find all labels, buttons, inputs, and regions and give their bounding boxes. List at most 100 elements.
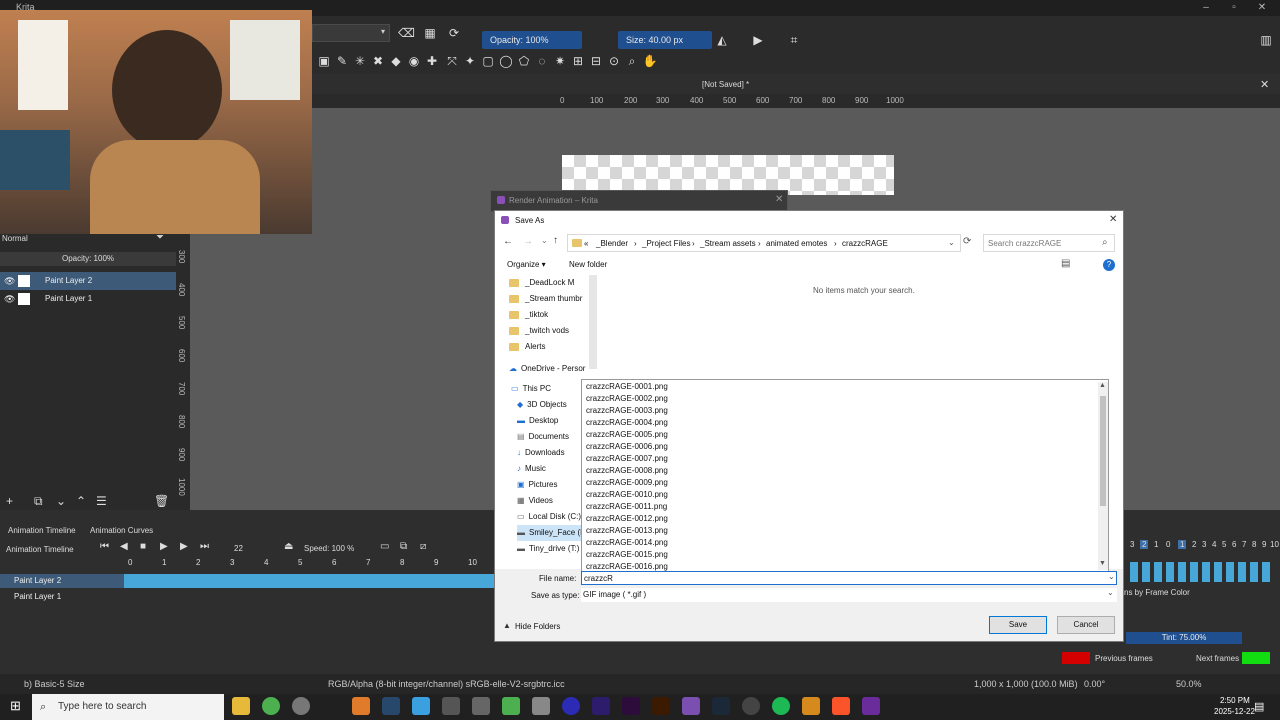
suggestion-item[interactable]: crazzcRAGE-0013.png (582, 525, 1092, 537)
breadcrumb-item[interactable]: « (584, 239, 588, 248)
color-picker-icon[interactable]: ✎ (334, 53, 350, 69)
settings-icon[interactable]: ⧄ (420, 541, 426, 552)
timeline-layer-row[interactable]: Paint Layer 1 (0, 590, 124, 604)
save-as-type-select[interactable]: GIF image ( *.gif ) ⌄ (581, 588, 1117, 602)
alpha-lock-icon[interactable]: ▦ (422, 25, 438, 41)
close-icon[interactable]: ✕ (1109, 214, 1117, 225)
up-arrow-icon[interactable]: ↑ (553, 235, 558, 246)
new-folder-button[interactable]: New folder (569, 260, 607, 269)
suggestion-item[interactable]: crazzcRAGE-0014.png (582, 537, 1092, 549)
suggestion-item[interactable]: crazzcRAGE-0008.png (582, 465, 1092, 477)
onion-number[interactable]: 9 (1262, 540, 1266, 549)
workspace-icon[interactable]: ▥ (1258, 32, 1274, 48)
file-name-input[interactable]: crazzcR ⌄ (581, 571, 1117, 585)
layer-properties-icon[interactable]: ☰ (96, 494, 107, 508)
notification-icon[interactable]: ▤ (1254, 700, 1264, 713)
smart-patch-icon[interactable]: ✳ (352, 53, 368, 69)
suggestion-item[interactable]: crazzcRAGE-0010.png (582, 489, 1092, 501)
opacity-field[interactable]: Opacity: 100% (482, 31, 582, 49)
illustrator-icon[interactable] (652, 697, 670, 715)
previous-frames-color[interactable] (1062, 652, 1090, 664)
mirror-horizontal-icon[interactable]: ◭ (714, 32, 730, 48)
spotify-icon[interactable] (772, 697, 790, 715)
last-frame-icon[interactable]: ⏭ (200, 541, 209, 552)
assistant-tool-icon[interactable]: ✖ (370, 53, 386, 69)
rect-select-icon[interactable]: ▢ (480, 53, 496, 69)
first-frame-icon[interactable]: ⏮ (100, 541, 109, 552)
onion-number[interactable]: 7 (1242, 540, 1246, 549)
suggestion-item[interactable]: crazzcRAGE-0004.png (582, 417, 1092, 429)
current-frame-field[interactable]: 22 (234, 544, 243, 553)
polygon-select-icon[interactable]: ⬠ (516, 53, 532, 69)
similar-select-icon[interactable]: ⊞ (570, 53, 586, 69)
suggestion-item[interactable]: crazzcRAGE-0007.png (582, 453, 1092, 465)
suggestion-item[interactable]: crazzcRAGE-0002.png (582, 393, 1092, 405)
breadcrumb-item[interactable]: _Blender (596, 239, 628, 248)
after-effects-icon[interactable] (592, 697, 610, 715)
suggestion-item[interactable]: crazzcRAGE-0005.png (582, 429, 1092, 441)
brave-icon[interactable] (832, 697, 850, 715)
save-button[interactable]: Save (989, 616, 1047, 634)
cancel-button[interactable]: Cancel (1057, 616, 1115, 634)
blender-icon[interactable] (352, 697, 370, 715)
breadcrumb-item[interactable]: crazzcRAGE (842, 239, 888, 248)
suggestion-item[interactable]: crazzcRAGE-0015.png (582, 549, 1092, 561)
clock-time[interactable]: 2:50 PM (1220, 696, 1250, 705)
pan-tool-icon[interactable]: ✋ (642, 53, 658, 69)
magic-wand-icon[interactable]: ✷ (552, 53, 568, 69)
photoshop-like-icon[interactable] (382, 697, 400, 715)
layer-row-selected[interactable]: 👁 Paint Layer 2 (0, 272, 176, 290)
move-down-icon[interactable]: ⌄ (56, 494, 66, 508)
audio-icon[interactable]: ⧉ (400, 541, 407, 552)
onion-number[interactable]: 1 (1154, 540, 1158, 549)
reference-tool-icon[interactable]: ✦ (462, 53, 478, 69)
breadcrumb-item[interactable]: _Stream assets (700, 239, 756, 248)
onion-number[interactable]: 1 (1178, 540, 1187, 549)
suggestion-item[interactable]: crazzcRAGE-0009.png (582, 477, 1092, 489)
chevron-down-icon[interactable]: ⌄ (948, 238, 955, 247)
blend-mode-select[interactable]: ▾ (312, 24, 390, 42)
windows-start-icon[interactable]: ⊞ (10, 698, 21, 714)
onion-number[interactable]: 8 (1252, 540, 1256, 549)
visibility-eye-icon[interactable]: 👁 (4, 290, 15, 308)
suggestion-scrollbar[interactable]: ▲ ▼ (1098, 382, 1108, 570)
wrap-icon[interactable]: ⌗ (786, 32, 802, 48)
help-icon[interactable]: ? (1103, 259, 1115, 271)
move-up-icon[interactable]: ⌃ (76, 494, 86, 508)
back-arrow-icon[interactable]: ← (503, 236, 513, 247)
size-field[interactable]: Size: 40.00 px (618, 31, 712, 49)
tab-animation-timeline[interactable]: Animation Timeline (8, 526, 76, 535)
minimize-button[interactable]: – (1192, 0, 1220, 16)
reload-icon[interactable]: ⟳ (446, 25, 462, 41)
live-icon[interactable] (472, 697, 490, 715)
fill-tool-icon[interactable]: ◆ (388, 53, 404, 69)
file-explorer-icon[interactable] (232, 697, 250, 715)
obs-icon[interactable] (292, 697, 310, 715)
taskbar-search-box[interactable]: ⌕ Type here to search (32, 694, 224, 720)
layer-opacity-slider[interactable]: Opacity: 100% (0, 252, 176, 266)
duplicate-layer-icon[interactable]: ⧉ (34, 494, 43, 509)
timeline-layer-row[interactable]: Paint Layer 2 (0, 574, 124, 588)
play-icon[interactable]: ▶ (160, 541, 168, 552)
layer-row[interactable]: 👁 Paint Layer 1 (0, 290, 176, 308)
bezier-select-icon[interactable]: ⊟ (588, 53, 604, 69)
chrome-icon[interactable] (262, 697, 280, 715)
onion-skin-bars[interactable] (1130, 562, 1270, 582)
close-icon[interactable]: ✕ (775, 194, 783, 205)
prev-frame-icon[interactable]: ◀ (120, 541, 128, 552)
nav-scrollbar[interactable] (589, 275, 597, 369)
calculator-icon[interactable] (532, 697, 550, 715)
suggestion-item[interactable]: crazzcRAGE-0003.png (582, 405, 1092, 417)
onion-number[interactable]: 4 (1212, 540, 1216, 549)
zoom-tool-icon[interactable]: ⌕ (624, 53, 640, 69)
scroll-thumb[interactable] (1100, 396, 1106, 506)
steam-icon[interactable] (712, 697, 730, 715)
onion-number[interactable]: 3 (1202, 540, 1206, 549)
suggestion-item[interactable]: crazzcRAGE-0012.png (582, 513, 1092, 525)
drop-frames-icon[interactable]: ▭ (380, 541, 389, 552)
maximize-button[interactable]: ▫ (1220, 0, 1248, 16)
onion-number[interactable]: 0 (1166, 540, 1170, 549)
organize-button[interactable]: Organize ▾ (507, 260, 546, 269)
gradient-tool-icon[interactable]: ◉ (406, 53, 422, 69)
canvas-document[interactable] (562, 155, 894, 195)
